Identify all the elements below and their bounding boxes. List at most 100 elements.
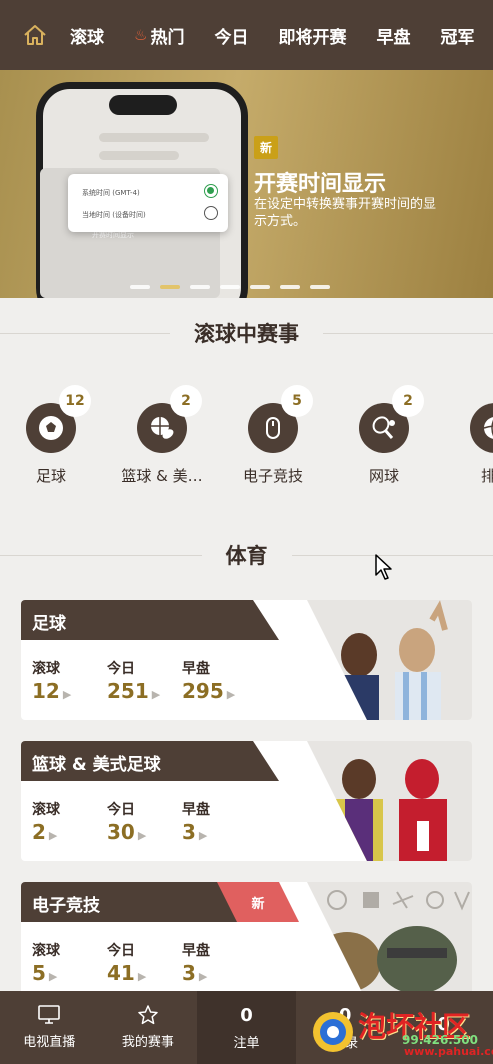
live-sport-label: 篮球 & 美…: [121, 467, 203, 485]
sport-name: 电子竞技: [32, 896, 100, 916]
chevron-right-icon: ▶: [48, 829, 58, 842]
live-sport-label: 足球: [35, 467, 66, 485]
nav-tab-upcoming[interactable]: 即将开赛: [278, 23, 346, 48]
stat-live[interactable]: 滚球 12 ▶: [32, 658, 71, 703]
nav-tab-today[interactable]: 今日: [214, 23, 248, 48]
chevron-right-icon: ▶: [48, 970, 58, 983]
home-button[interactable]: [0, 0, 70, 70]
stat-label: 滚球: [32, 661, 60, 677]
radio-selected-icon: [204, 184, 218, 198]
chevron-right-icon: ▶: [151, 688, 161, 701]
stat-early[interactable]: 早盘 3 ▶: [182, 799, 210, 844]
stat-label: 早盘: [182, 943, 210, 959]
time-setting-dialog: 系统时间 (GMT-4) 当地时间 (设备时间): [68, 174, 228, 232]
chevron-right-icon: ▶: [226, 688, 236, 701]
section-title: 体育: [225, 544, 268, 568]
stat-early[interactable]: 早盘 295 ▶: [182, 658, 235, 703]
site-watermark: 泡坏社区 99.426.500 www.pahuai.com: [308, 1003, 493, 1064]
carousel-dot[interactable]: [250, 285, 270, 289]
live-sport-label: 电子竞技: [242, 467, 303, 485]
stat-label: 滚球: [32, 943, 60, 959]
stat-value: 41: [107, 961, 135, 985]
dialog-option-system-time: 系统时间 (GMT-4): [82, 189, 140, 197]
mouse-cursor-icon: [375, 554, 392, 580]
live-count-badge: 5: [281, 385, 313, 417]
watermark-site: www.pahuai.com: [404, 1045, 493, 1058]
chevron-right-icon: ▶: [62, 688, 72, 701]
card-header: 足球: [21, 600, 279, 640]
volleyball-icon: [470, 403, 493, 453]
stat-today[interactable]: 今日 30 ▶: [107, 799, 146, 844]
new-flag-text: 新: [251, 896, 265, 912]
sport-card-esports[interactable]: 电子竞技 新 滚球 5 ▶ 今日 41 ▶ 早盘 3 ▶: [21, 882, 472, 1002]
star-icon: [138, 1005, 158, 1025]
chevron-right-icon: ▶: [137, 970, 147, 983]
carousel-dots: [130, 285, 340, 289]
basketball-players-image: [307, 741, 472, 861]
carousel-dot[interactable]: [190, 285, 210, 289]
watermark-logo-icon: [313, 1012, 353, 1052]
carousel-dot[interactable]: [130, 285, 150, 289]
nav-tab-outright[interactable]: 冠军: [440, 23, 474, 48]
stat-today[interactable]: 今日 251 ▶: [107, 658, 160, 703]
card-header: 篮球 & 美式足球: [21, 741, 279, 781]
nav-tab-label: 冠军: [440, 27, 475, 48]
carousel-dot-active[interactable]: [160, 285, 180, 289]
stat-label: 今日: [107, 802, 135, 818]
carousel-dot[interactable]: [310, 285, 330, 289]
stat-label: 滚球: [32, 802, 60, 818]
stat-value: 30: [107, 820, 135, 844]
live-sports-row: 12 足球 2 篮球 & 美… 5 电子竞技 2 网球 排: [0, 385, 493, 495]
stat-value: 12: [32, 679, 60, 703]
stat-live[interactable]: 滚球 5 ▶: [32, 940, 60, 985]
live-count-badge: 12: [59, 385, 91, 417]
flame-icon: ♨: [134, 26, 148, 44]
esports-characters-image: [307, 882, 472, 1002]
tab-tv-live[interactable]: 电视直播: [0, 991, 99, 1064]
home-icon: [24, 25, 46, 45]
sport-name: 足球: [32, 614, 66, 634]
stat-value: 251: [107, 679, 149, 703]
nav-tab-early[interactable]: 早盘: [376, 23, 410, 48]
stat-label: 早盘: [182, 802, 210, 818]
tab-my-events[interactable]: 我的赛事: [99, 991, 198, 1064]
promo-banner[interactable]: 开赛时间显示 系统时间 (GMT-4) 当地时间 (设备时间) 新 开赛时间显示…: [0, 70, 493, 298]
sport-card-soccer[interactable]: 足球 滚球 12 ▶ 今日 251 ▶ 早盘 295 ▶: [21, 600, 472, 720]
stat-value: 295: [182, 679, 224, 703]
live-section-heading: 滚球中赛事: [0, 318, 493, 348]
nav-tab-live[interactable]: 滚球: [70, 23, 104, 48]
tab-count: 0: [240, 1004, 253, 1026]
tab-label: 电视直播: [23, 1035, 76, 1050]
stat-label: 今日: [107, 661, 135, 677]
sport-card-basketball[interactable]: 篮球 & 美式足球 滚球 2 ▶ 今日 30 ▶ 早盘 3 ▶: [21, 741, 472, 861]
dialog-option-local-time: 当地时间 (设备时间): [82, 211, 146, 219]
tab-label: 注单: [233, 1035, 260, 1051]
banner-description: 在设定中转换赛事开赛时间的显示方式。: [254, 197, 437, 229]
section-title: 滚球中赛事: [194, 322, 299, 346]
sport-name: 篮球 & 美式足球: [32, 755, 161, 775]
radio-empty-icon: [204, 206, 218, 220]
stat-live[interactable]: 滚球 2 ▶: [32, 799, 60, 844]
carousel-dot[interactable]: [280, 285, 300, 289]
nav-tab-label: 热门: [150, 27, 185, 48]
carousel-dot[interactable]: [220, 285, 240, 289]
tv-icon: [38, 1005, 61, 1024]
stat-value: 5: [32, 961, 46, 985]
chevron-right-icon: ▶: [198, 829, 208, 842]
live-count-badge: 2: [170, 385, 202, 417]
chevron-right-icon: ▶: [137, 829, 147, 842]
stat-today[interactable]: 今日 41 ▶: [107, 940, 146, 985]
sports-section-heading: 体育: [0, 540, 493, 570]
nav-tab-hot[interactable]: ♨ 热门: [134, 23, 184, 48]
stat-value: 3: [182, 961, 196, 985]
stat-value: 2: [32, 820, 46, 844]
live-count-badge: 2: [392, 385, 424, 417]
live-sport-label: 排: [481, 467, 493, 485]
nav-tab-label: 今日: [214, 27, 249, 48]
live-sport-label: 网球: [368, 467, 399, 485]
top-nav: 滚球 ♨ 热门 今日 即将开赛 早盘 冠军: [0, 0, 493, 70]
tab-bets[interactable]: 0 注单: [197, 991, 296, 1064]
nav-tab-label: 滚球: [70, 27, 104, 48]
stat-early[interactable]: 早盘 3 ▶: [182, 940, 210, 985]
tab-label: 我的赛事: [121, 1035, 174, 1050]
